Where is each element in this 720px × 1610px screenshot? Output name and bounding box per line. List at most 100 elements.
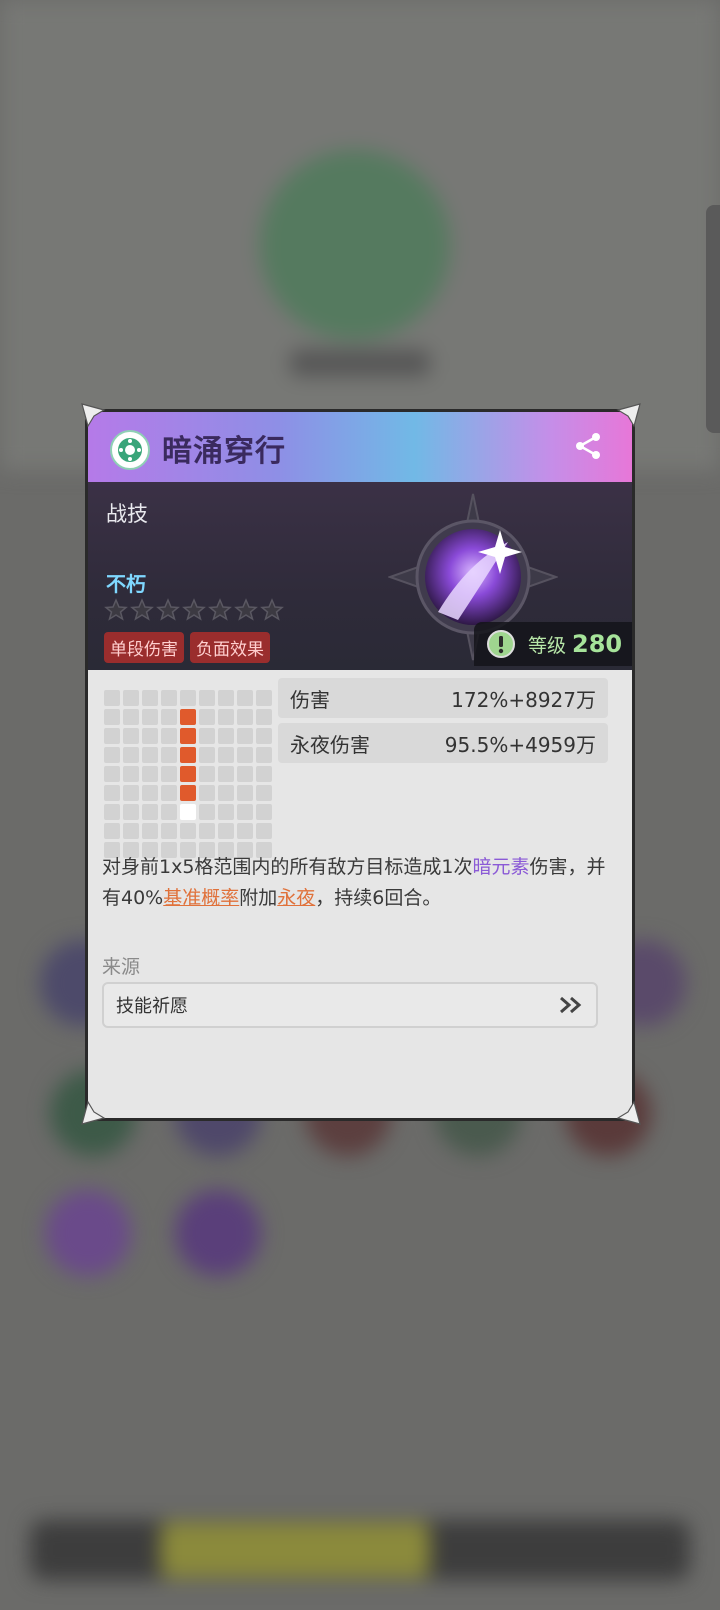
source-skill-wish-button[interactable]: 技能祈愿 [102,982,598,1028]
range-cell [237,709,253,725]
range-cell [218,747,234,763]
range-cell [199,804,215,820]
tag-single-damage: 单段伤害 [104,632,184,663]
corner-ornament-icon [616,402,642,428]
star-icon [130,598,154,621]
range-cell [123,766,139,782]
eternal-night-link[interactable]: 永夜 [277,887,315,909]
range-cell [256,709,272,725]
range-cell [180,690,196,706]
range-cell [256,804,272,820]
range-grid [104,690,272,858]
source-label: 来源 [102,956,141,978]
range-hit-cell [180,728,196,744]
skill-name: 暗涌穿行 [162,434,286,469]
description-text: 对身前1x5格范围内的所有敌方目标造成1次 [102,856,473,878]
range-cell [161,785,177,801]
range-cell [237,747,253,763]
star-icon [156,598,180,621]
emblem-icon [110,430,150,470]
star-icon [234,598,258,621]
range-cell [142,785,158,801]
star-rating [104,598,284,622]
range-cell [104,747,120,763]
level-label: 等级 [528,634,567,657]
range-cell [142,709,158,725]
corner-ornament-icon [80,402,106,428]
level-value: 280 [572,630,623,658]
skill-tags: 单段伤害 负面效果 [104,632,270,663]
double-chevron-right-icon [560,996,582,1014]
range-cell [218,728,234,744]
star-icon [260,598,284,621]
range-cell [142,690,158,706]
range-cell [199,690,215,706]
range-cell [104,709,120,725]
exclamation-icon [487,630,515,658]
range-cell [218,823,234,839]
range-cell [123,709,139,725]
range-cell [161,728,177,744]
skill-type: 战技 [106,502,148,526]
range-cell [142,747,158,763]
range-cell [237,823,253,839]
stat-label: 永夜伤害 [290,732,370,757]
range-cell [123,823,139,839]
stat-label: 伤害 [290,687,330,712]
range-cell [256,766,272,782]
range-cell [104,823,120,839]
range-cell [161,709,177,725]
range-cell [218,690,234,706]
base-chance-link[interactable]: 基准概率 [163,887,239,909]
range-cell [256,690,272,706]
description-text: 附加 [239,887,278,909]
range-hit-cell [180,785,196,801]
range-cell [218,785,234,801]
range-cell [104,690,120,706]
range-cell [142,766,158,782]
range-cell [256,785,272,801]
star-icon [104,598,128,621]
range-cell [104,804,120,820]
range-cell [161,766,177,782]
range-cell [237,804,253,820]
range-cell [161,804,177,820]
skill-subtitle: 不朽 [106,572,146,596]
range-cell [104,785,120,801]
share-icon[interactable] [572,430,604,462]
star-icon [208,598,232,621]
title-bar: 暗涌穿行 [88,412,632,482]
range-cell [218,804,234,820]
stat-value: 172%+8927万 [451,687,596,712]
skill-header: 战技 不朽 单段伤害 负面效果 等级 280 [88,482,632,670]
range-cell [123,785,139,801]
range-cell [237,690,253,706]
range-cell [123,804,139,820]
description-text: ，持续6回合。 [315,887,442,909]
range-cell [237,728,253,744]
range-cell [123,728,139,744]
level-badge: 等级 280 [474,622,632,666]
range-cell [161,823,177,839]
range-cell [199,823,215,839]
range-hit-cell [180,709,196,725]
range-cell [161,747,177,763]
range-cell [161,690,177,706]
range-cell [237,766,253,782]
range-cell [199,728,215,744]
range-cell [142,728,158,744]
skill-description: 对身前1x5格范围内的所有敌方目标造成1次暗元素伤害，并有40%基准概率附加永夜… [102,852,612,914]
range-cell [142,823,158,839]
range-cell [237,785,253,801]
side-drawer-handle[interactable] [706,205,720,433]
range-cell [256,747,272,763]
range-cell [199,785,215,801]
range-hit-cell [180,747,196,763]
range-cell [256,823,272,839]
corner-ornament-icon [616,1100,642,1126]
tag-negative-effect: 负面效果 [190,632,270,663]
range-cell [104,728,120,744]
corner-ornament-icon [80,1100,106,1126]
range-cell [123,690,139,706]
range-cell [199,766,215,782]
